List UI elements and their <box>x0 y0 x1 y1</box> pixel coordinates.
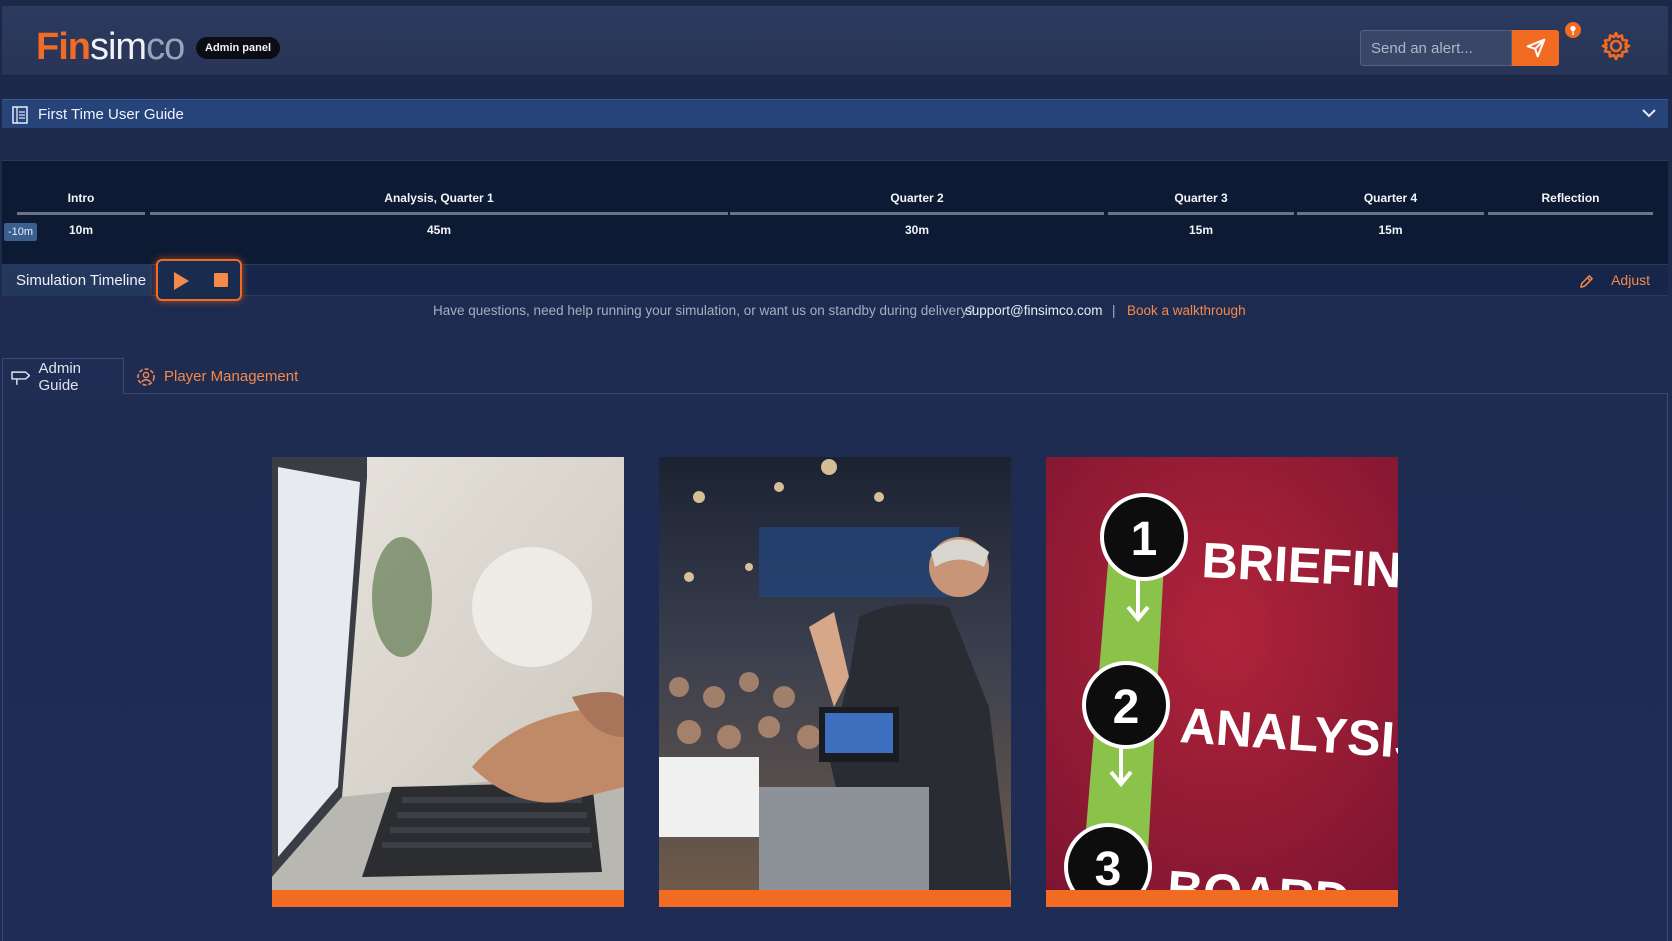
phase-line <box>1108 212 1294 215</box>
tab-player-management[interactable]: Player Management <box>136 358 298 395</box>
phase-duration: 45m <box>426 223 452 237</box>
logo-sim: sim <box>89 26 147 68</box>
admin-panel-badge: Admin panel <box>196 37 281 59</box>
step-3-number: 3 <box>1095 843 1122 890</box>
playback-controls <box>156 259 242 301</box>
phase-name: Reflection <box>1541 191 1600 205</box>
tab-label: Admin Guide <box>38 359 82 394</box>
guide-card-laptop[interactable] <box>272 457 624 907</box>
send-icon <box>1526 38 1545 58</box>
phase-name: Quarter 2 <box>890 191 944 205</box>
user-settings-icon <box>137 367 155 386</box>
phase-duration: 10m <box>68 223 94 237</box>
guide-card-presenter[interactable] <box>659 457 1011 907</box>
tab-bar: Admin Guide Player Management <box>2 358 1668 395</box>
phase-line <box>150 212 728 215</box>
separator: | <box>1112 303 1116 318</box>
alert-input[interactable] <box>1360 30 1512 66</box>
phase-name: Analysis, Quarter 1 <box>384 191 494 205</box>
phase-quarter-3[interactable]: Quarter 3 15m <box>1108 161 1294 265</box>
phase-duration: 15m <box>1378 223 1403 237</box>
phase-line <box>730 212 1104 215</box>
document-icon <box>12 106 28 124</box>
guide-card-steps[interactable]: 1 BRIEFING 2 ANALYSIS 3 BOARD <box>1046 457 1398 907</box>
phase-intro[interactable]: Intro 10m <box>17 161 145 265</box>
phase-analysis-q1[interactable]: Analysis, Quarter 1 45m <box>150 161 728 265</box>
notification-badge[interactable] <box>1565 22 1581 38</box>
phase-line <box>1488 212 1653 215</box>
help-question: Have questions, need help running your s… <box>433 303 975 318</box>
send-alert-button[interactable] <box>1512 30 1559 66</box>
gear-icon[interactable] <box>1600 30 1632 62</box>
phase-line <box>1297 212 1484 215</box>
tab-label: Player Management <box>164 368 299 385</box>
presenter-audience-photo <box>659 457 1011 890</box>
phase-quarter-4[interactable]: Quarter 4 15m <box>1297 161 1484 265</box>
book-walkthrough-link[interactable]: Book a walkthrough <box>1127 303 1246 318</box>
phase-quarter-2[interactable]: Quarter 2 30m <box>730 161 1104 265</box>
briefing-analysis-steps: 1 BRIEFING 2 ANALYSIS 3 BOARD <box>1046 457 1398 890</box>
play-icon[interactable] <box>172 271 190 291</box>
phase-name: Quarter 4 <box>1363 191 1418 205</box>
support-email-link[interactable]: support@finsimco.com <box>965 303 1103 318</box>
pencil-icon[interactable] <box>1579 274 1594 289</box>
top-bar: Finsimco Admin panel <box>2 6 1668 76</box>
guide-title: First Time User Guide <box>38 106 184 123</box>
step-2-number: 2 <box>1113 681 1140 734</box>
simulation-timeline-label: Simulation Timeline <box>2 265 152 296</box>
logo-fin: Fin <box>36 26 91 68</box>
phase-name: Intro <box>67 191 95 205</box>
card-accent-bar <box>1046 890 1398 907</box>
phase-duration: 15m <box>1188 223 1214 237</box>
stop-icon[interactable] <box>214 273 228 287</box>
phase-duration: 30m <box>904 223 930 237</box>
phase-reflection[interactable]: Reflection <box>1488 161 1653 265</box>
tab-admin-guide[interactable]: Admin Guide <box>2 358 124 395</box>
step-1-number: 1 <box>1131 513 1158 566</box>
signpost-icon <box>11 370 31 385</box>
simulation-controls-row: Simulation Timeline Adjust <box>2 259 1668 301</box>
card-accent-bar <box>659 890 1011 907</box>
chevron-down-icon[interactable] <box>1642 108 1656 118</box>
phase-name: Quarter 3 <box>1174 191 1228 205</box>
phase-line <box>17 212 145 215</box>
simulation-timeline: -10m Intro 10m Analysis, Quarter 1 45m Q… <box>2 160 1668 264</box>
first-time-user-guide-bar[interactable]: First Time User Guide <box>2 99 1668 129</box>
pin-icon <box>1570 25 1576 35</box>
adjust-link[interactable]: Adjust <box>1611 272 1650 288</box>
laptop-typing-photo <box>272 457 624 890</box>
card-accent-bar <box>272 890 624 907</box>
logo-co: co <box>146 26 185 68</box>
finsimco-logo[interactable]: Finsimco <box>36 24 185 70</box>
